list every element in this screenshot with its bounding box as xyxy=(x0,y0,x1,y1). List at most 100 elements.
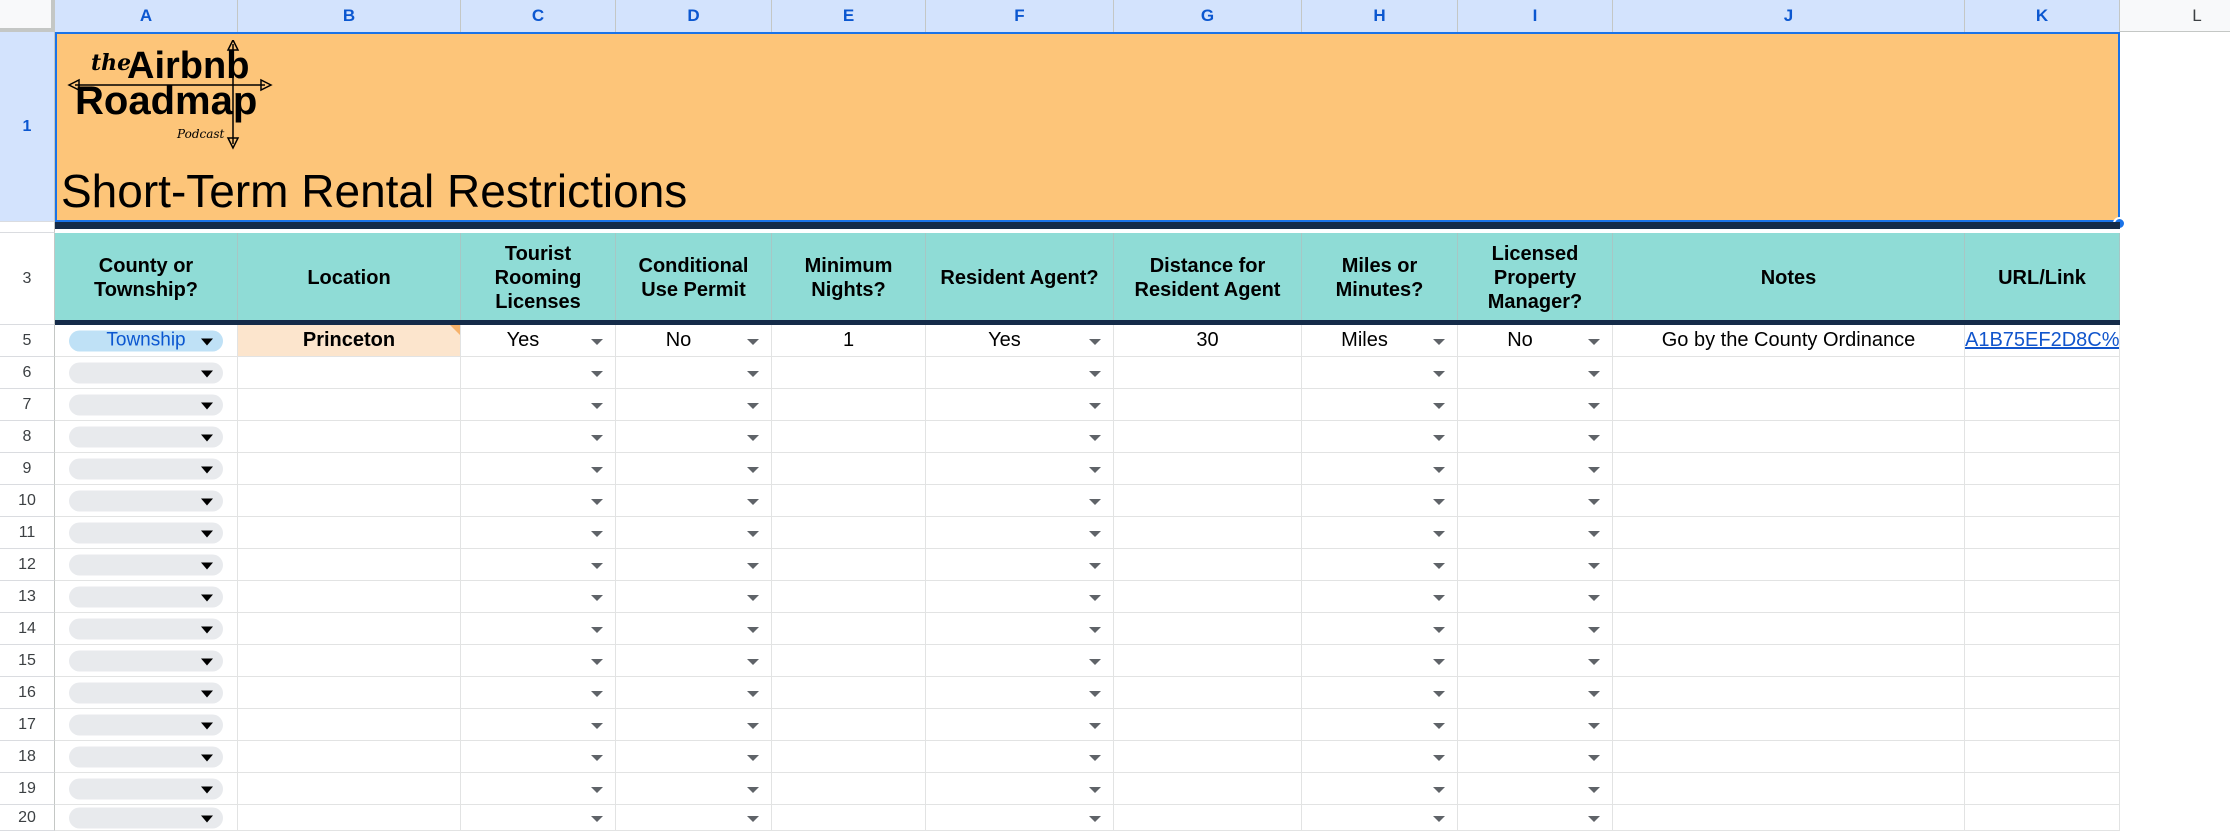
select-all-corner[interactable] xyxy=(0,0,55,32)
row-header-5[interactable]: 5 xyxy=(0,325,55,357)
cell-location[interactable] xyxy=(238,421,461,453)
cell-resident-agent[interactable] xyxy=(926,805,1114,831)
row-header-8[interactable]: 8 xyxy=(0,421,55,453)
chevron-down-icon[interactable] xyxy=(591,434,603,441)
chevron-down-icon[interactable] xyxy=(1089,562,1101,569)
chevron-down-icon[interactable] xyxy=(1089,626,1101,633)
cell-type[interactable] xyxy=(55,453,238,485)
chevron-down-icon[interactable] xyxy=(747,690,759,697)
cell-unit[interactable] xyxy=(1302,421,1458,453)
cell-unit[interactable] xyxy=(1302,485,1458,517)
cell-conditional-permit[interactable] xyxy=(616,453,772,485)
cell-tourist-license[interactable] xyxy=(461,581,616,613)
chevron-down-icon[interactable] xyxy=(747,626,759,633)
cell-unit[interactable] xyxy=(1302,453,1458,485)
chevron-down-icon[interactable] xyxy=(591,498,603,505)
cell-distance[interactable] xyxy=(1114,741,1302,773)
chevron-down-icon[interactable] xyxy=(747,466,759,473)
cell-url[interactable]: A1B75EF2D8C% xyxy=(1965,325,2120,357)
cell-min-nights[interactable]: 1 xyxy=(772,325,926,357)
cell-notes[interactable] xyxy=(1613,453,1965,485)
cell-location[interactable] xyxy=(238,741,461,773)
cell-resident-agent[interactable] xyxy=(926,453,1114,485)
column-header-h[interactable]: H xyxy=(1302,0,1458,32)
chevron-down-icon[interactable] xyxy=(1588,466,1600,473)
cell-tourist-license[interactable] xyxy=(461,805,616,831)
cell-unit[interactable]: Miles xyxy=(1302,325,1458,357)
cell-distance[interactable] xyxy=(1114,773,1302,805)
chevron-down-icon[interactable] xyxy=(1089,434,1101,441)
chevron-down-icon[interactable] xyxy=(747,658,759,665)
chevron-down-icon[interactable] xyxy=(1089,690,1101,697)
chevron-down-icon[interactable] xyxy=(1089,338,1101,345)
chevron-down-icon[interactable] xyxy=(1433,370,1445,377)
cell-distance[interactable]: 30 xyxy=(1114,325,1302,357)
chevron-down-icon[interactable] xyxy=(747,434,759,441)
cell-licensed-pm[interactable]: No xyxy=(1458,325,1613,357)
cell-unit[interactable] xyxy=(1302,677,1458,709)
row-header-1[interactable]: 1 xyxy=(0,32,55,222)
cell-location[interactable] xyxy=(238,709,461,741)
cell-url[interactable] xyxy=(1965,805,2120,831)
type-dropdown-chip[interactable] xyxy=(69,426,223,447)
chevron-down-icon[interactable] xyxy=(747,562,759,569)
cell-tourist-license[interactable] xyxy=(461,549,616,581)
cell-conditional-permit[interactable] xyxy=(616,421,772,453)
cell-location[interactable] xyxy=(238,645,461,677)
row-header-20[interactable]: 20 xyxy=(0,805,55,831)
chevron-down-icon[interactable] xyxy=(591,338,603,345)
cell-conditional-permit[interactable] xyxy=(616,517,772,549)
chevron-down-icon[interactable] xyxy=(747,722,759,729)
cell-resident-agent[interactable] xyxy=(926,773,1114,805)
cell-location[interactable] xyxy=(238,613,461,645)
cell-type[interactable] xyxy=(55,645,238,677)
chevron-down-icon[interactable] xyxy=(1433,562,1445,569)
row-header-7[interactable]: 7 xyxy=(0,389,55,421)
cell-conditional-permit[interactable] xyxy=(616,613,772,645)
cell-notes[interactable] xyxy=(1613,677,1965,709)
cell-conditional-permit[interactable] xyxy=(616,805,772,831)
chevron-down-icon[interactable] xyxy=(1433,658,1445,665)
cell-licensed-pm[interactable] xyxy=(1458,677,1613,709)
chevron-down-icon[interactable] xyxy=(1433,402,1445,409)
cell-notes[interactable] xyxy=(1613,357,1965,389)
column-header-b[interactable]: B xyxy=(238,0,461,32)
row-header-3[interactable]: 3 xyxy=(0,233,55,325)
cell-url[interactable] xyxy=(1965,741,2120,773)
url-link[interactable]: A1B75EF2D8C% xyxy=(1965,329,2119,352)
column-header-c[interactable]: C xyxy=(461,0,616,32)
cell-distance[interactable] xyxy=(1114,677,1302,709)
cell-tourist-license[interactable]: Yes xyxy=(461,325,616,357)
cell-distance[interactable] xyxy=(1114,517,1302,549)
cell-licensed-pm[interactable] xyxy=(1458,485,1613,517)
cell-min-nights[interactable] xyxy=(772,485,926,517)
cell-location[interactable] xyxy=(238,581,461,613)
cell-distance[interactable] xyxy=(1114,549,1302,581)
row-header-18[interactable]: 18 xyxy=(0,741,55,773)
row-header-11[interactable]: 11 xyxy=(0,517,55,549)
chevron-down-icon[interactable] xyxy=(747,815,759,822)
chevron-down-icon[interactable] xyxy=(591,594,603,601)
cell-tourist-license[interactable] xyxy=(461,453,616,485)
cell-conditional-permit[interactable] xyxy=(616,741,772,773)
cell-distance[interactable] xyxy=(1114,357,1302,389)
cell-distance[interactable] xyxy=(1114,389,1302,421)
column-header-k[interactable]: K xyxy=(1965,0,2120,32)
cell-notes[interactable] xyxy=(1613,581,1965,613)
cell-type[interactable] xyxy=(55,805,238,831)
chevron-down-icon[interactable] xyxy=(1588,370,1600,377)
cell-notes[interactable]: Go by the County Ordinance xyxy=(1613,325,1965,357)
cell-distance[interactable] xyxy=(1114,421,1302,453)
chevron-down-icon[interactable] xyxy=(1089,786,1101,793)
cell-distance[interactable] xyxy=(1114,805,1302,831)
cell-unit[interactable] xyxy=(1302,549,1458,581)
cell-type[interactable] xyxy=(55,549,238,581)
row-header-15[interactable]: 15 xyxy=(0,645,55,677)
cell-type[interactable]: Township xyxy=(55,325,238,357)
cell-location[interactable] xyxy=(238,549,461,581)
cell-licensed-pm[interactable] xyxy=(1458,357,1613,389)
cell-tourist-license[interactable] xyxy=(461,357,616,389)
cell-resident-agent[interactable] xyxy=(926,517,1114,549)
type-dropdown-chip[interactable] xyxy=(69,807,223,828)
chevron-down-icon[interactable] xyxy=(747,370,759,377)
